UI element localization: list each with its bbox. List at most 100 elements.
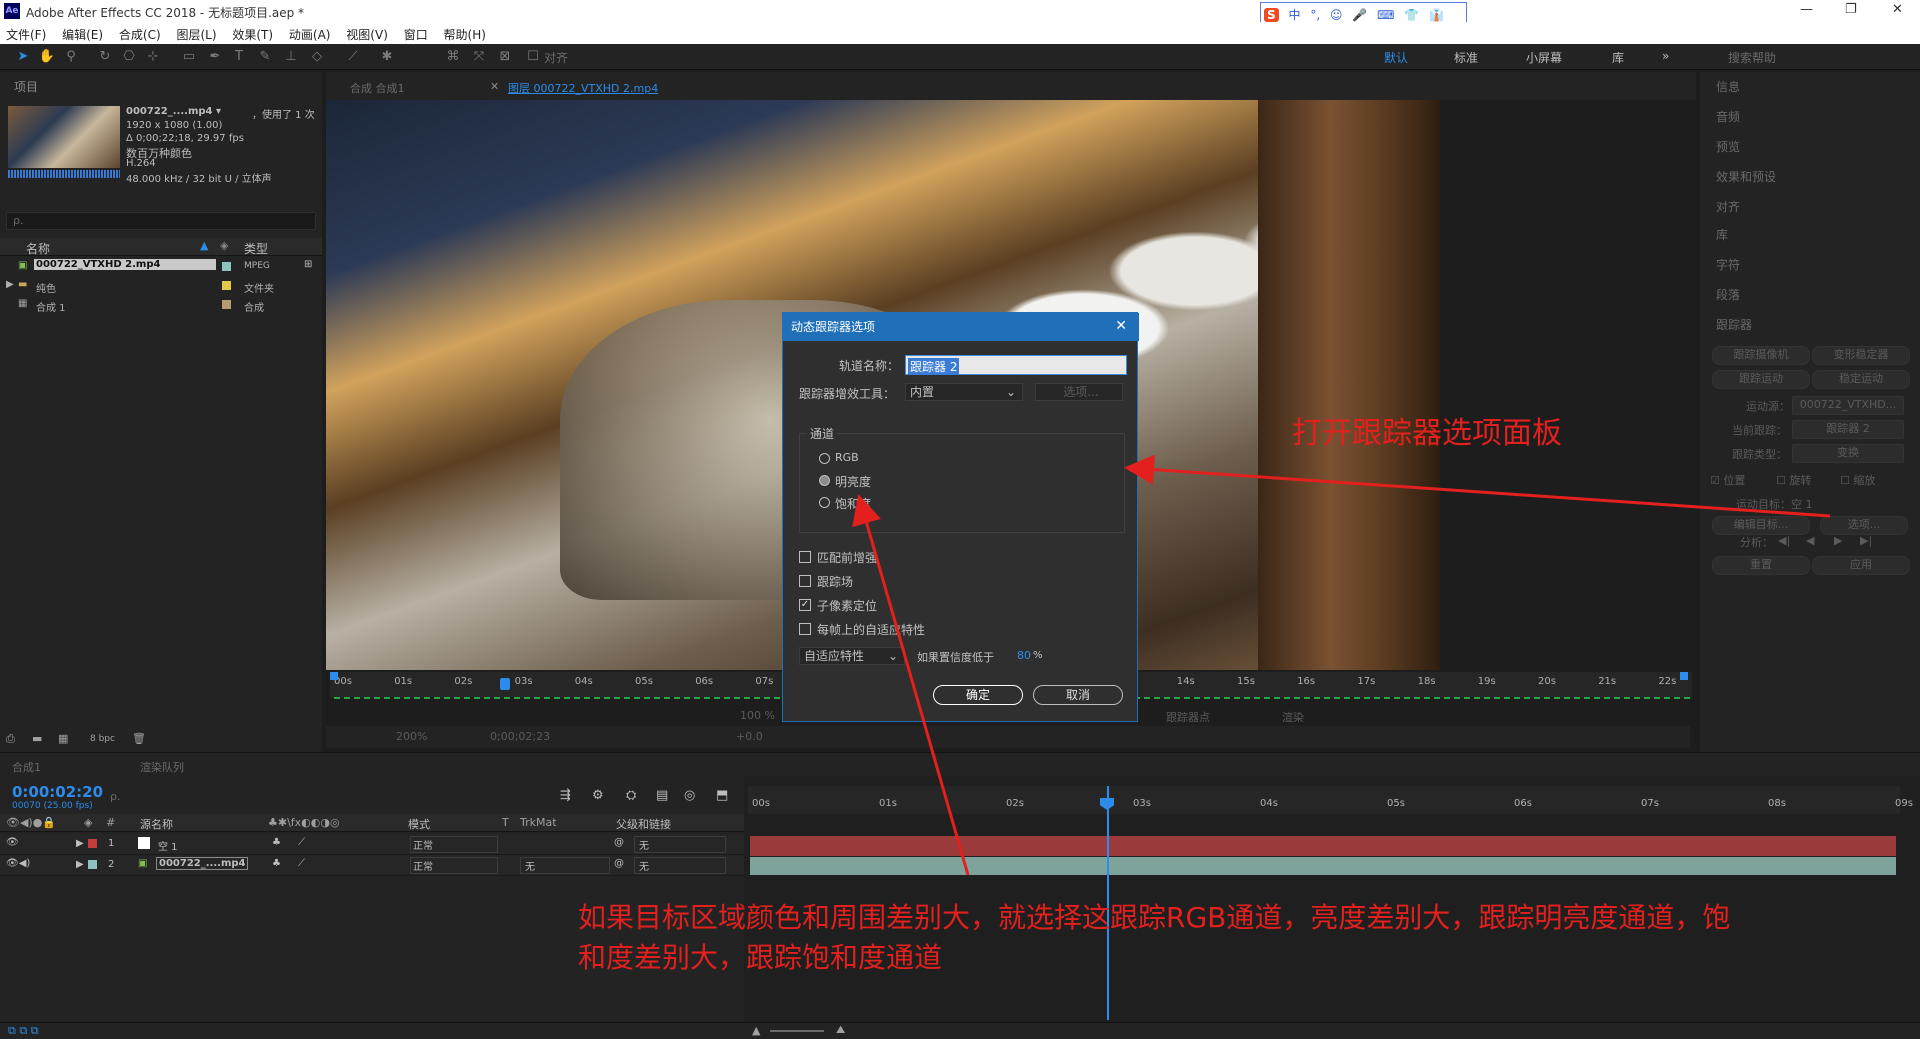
zoom-slider[interactable] (770, 1030, 824, 1032)
toggle-switches-icon[interactable]: ⧉ ⧉ ⧉ (8, 1024, 39, 1038)
type-column[interactable]: 类型 (244, 240, 268, 257)
ime-keyboard-icon[interactable]: ⌨ (1377, 8, 1394, 22)
ime-emoji-icon[interactable]: ☺ (1330, 8, 1343, 22)
tab-timeline-comp[interactable]: 合成1 (12, 759, 41, 775)
track-type-select[interactable]: 变换 (1792, 444, 1904, 463)
zoom-in-icon[interactable]: ⛰ (836, 1023, 845, 1037)
edit-target-button[interactable]: 编辑目标... (1712, 516, 1810, 535)
current-track-select[interactable]: 跟踪器 2 (1792, 420, 1904, 439)
pan-behind-tool-icon[interactable]: ⊹ (144, 48, 162, 66)
clone-stamp-tool-icon[interactable]: ⊥ (282, 48, 300, 66)
rotation-checkbox[interactable]: ☐ 旋转 (1776, 472, 1811, 488)
render-checkbox[interactable]: 渲染 (1282, 709, 1304, 725)
bit-depth[interactable]: 8 bpc (90, 734, 115, 744)
pickwhip-icon[interactable]: @ (614, 858, 624, 869)
ime-voice-icon[interactable]: 🎤 (1352, 8, 1367, 22)
layer-name[interactable]: 空 1 (158, 838, 178, 853)
workspace-standard[interactable]: 标准 (1454, 49, 1478, 66)
exposure-value[interactable]: +0.0 (736, 730, 763, 743)
quality-switch-icon[interactable]: ⟋ (298, 858, 305, 869)
workspace-small-screen[interactable]: 小屏幕 (1526, 49, 1562, 66)
viewer-playhead[interactable] (500, 678, 510, 690)
adapt-feature-select[interactable]: 自适应特性 ⌄ (799, 647, 905, 665)
check-enhance[interactable] (799, 551, 811, 563)
apply-button[interactable]: 应用 (1812, 556, 1910, 575)
tab-close-icon[interactable]: ✕ (490, 80, 499, 93)
timeline-timecode[interactable]: 0:00:02:20 (12, 783, 103, 801)
confidence-value[interactable]: 80 (1017, 649, 1031, 662)
label-tag-icon[interactable]: ◈ (220, 239, 228, 252)
ok-button[interactable]: 确定 (933, 685, 1023, 705)
rotate-tool-icon[interactable]: ↻ (96, 48, 114, 66)
label-swatch[interactable] (222, 262, 231, 271)
snap-checkbox-icon[interactable]: ☐ (524, 48, 542, 66)
track-name-input[interactable]: 跟踪器 2 (905, 355, 1127, 375)
camera-tool-icon[interactable]: ⎔ (120, 48, 138, 66)
analyze-forward-icon[interactable]: ▶ (1834, 534, 1842, 547)
out-point-marker[interactable] (1680, 672, 1688, 680)
radio-luminance-label[interactable]: 明亮度 (835, 473, 871, 490)
tracker-options-button[interactable]: 选项... (1820, 516, 1908, 535)
project-tab[interactable]: 项目 (14, 78, 38, 95)
view-axis-icon[interactable]: ⊠ (496, 48, 514, 66)
trkmat-select[interactable]: 无 (520, 857, 610, 874)
paragraph-panel-tab[interactable]: 段落 (1716, 286, 1740, 303)
eraser-tool-icon[interactable]: ◇ (308, 48, 326, 66)
dialog-close-button[interactable]: ✕ (1115, 318, 1127, 334)
menu-effect[interactable]: 效果(T) (232, 26, 273, 43)
tracker-plugin-select[interactable]: 内置 ⌄ (905, 383, 1023, 401)
layer-label-swatch[interactable] (88, 839, 97, 848)
visibility-icon[interactable]: 👁 (6, 837, 19, 848)
check-subpixel[interactable]: ✓ (799, 599, 811, 611)
menu-file[interactable]: 文件(F) (6, 26, 46, 43)
layer-name[interactable]: 000722_....mp4 (156, 857, 249, 870)
info-panel-tab[interactable]: 信息 (1716, 78, 1740, 95)
analyze-forward-all-icon[interactable]: ▶| (1860, 534, 1872, 547)
project-item-folder[interactable]: ▶ ▬ 纯色 文件夹 (0, 277, 322, 295)
radio-saturation[interactable] (819, 497, 830, 508)
current-time-display[interactable]: 0;00;02;23 (490, 730, 550, 743)
parent-select[interactable]: 无 (634, 836, 726, 853)
quality-switch-icon[interactable]: ⟋ (298, 837, 305, 848)
project-item-clip[interactable]: ▣ 000722_VTXHD 2.mp4 MPEG ⊞ (0, 258, 322, 276)
frame-blending-icon[interactable]: ▤ (656, 788, 668, 803)
visibility-icon[interactable]: 👁◀) (6, 858, 30, 869)
stabilize-motion-button[interactable]: 稳定运动 (1812, 370, 1910, 389)
magnification-select[interactable]: 200% (396, 730, 427, 743)
tab-layer[interactable]: 图层 000722_VTXHD 2.mp4 (508, 80, 658, 96)
layer-row-2[interactable]: 👁◀) ▶ 2 ▣ 000722_....mp4 ♣ ⟋ 正常 无 @ 无 (0, 855, 744, 876)
menu-edit[interactable]: 编辑(E) (62, 26, 103, 43)
puppet-tool-icon[interactable]: ✱ (378, 48, 396, 66)
graph-editor-icon[interactable]: ⬒ (716, 788, 728, 803)
motion-blur-icon[interactable]: ◎ (684, 788, 695, 803)
layer-bar-null[interactable] (750, 836, 1896, 856)
workspace-libraries[interactable]: 库 (1612, 49, 1624, 66)
check-enhance-label[interactable]: 匹配前增强 (817, 549, 877, 566)
project-search-input[interactable]: ρ. (6, 212, 316, 230)
view-select[interactable]: 跟踪器点 (1166, 709, 1210, 725)
blend-mode-select[interactable]: 正常 (410, 836, 498, 853)
timeline-ruler[interactable]: 00s 01s 02s 03s 04s 05s 06s 07s 08s 09s (748, 786, 1913, 814)
analyze-back-all-icon[interactable]: ◀| (1778, 534, 1790, 547)
blend-mode-select[interactable]: 正常 (410, 857, 498, 874)
analyze-back-icon[interactable]: ◀ (1806, 534, 1814, 547)
world-axis-icon[interactable]: ⤧ (470, 48, 488, 66)
tab-composition[interactable]: 合成 合成1 (350, 80, 405, 96)
menu-composition[interactable]: 合成(C) (119, 26, 161, 43)
check-subpixel-label[interactable]: 子像素定位 (817, 597, 877, 614)
ime-tools-icon[interactable]: 👔 (1429, 8, 1444, 22)
align-panel-tab[interactable]: 对齐 (1716, 198, 1740, 215)
check-adapt-every-frame-label[interactable]: 每帧上的自适应特性 (817, 621, 925, 638)
selection-tool-icon[interactable]: ➤ (14, 48, 32, 66)
motion-source-select[interactable]: 000722_VTXHD... (1792, 396, 1904, 415)
layer-row-1[interactable]: 👁 ▶ 1 空 1 ♣ ⟋ 正常 @ 无 (0, 834, 744, 855)
scale-checkbox[interactable]: ☐ 缩放 (1840, 472, 1875, 488)
radio-rgb[interactable] (819, 453, 830, 464)
search-help-input[interactable]: 搜索帮助 (1728, 49, 1776, 66)
minimize-button[interactable]: — (1800, 2, 1813, 17)
new-comp-icon[interactable]: ▦ (58, 732, 68, 745)
check-adapt-every-frame[interactable] (799, 623, 811, 635)
interpret-footage-icon[interactable]: ⎙ (6, 732, 15, 746)
cancel-button[interactable]: 取消 (1033, 685, 1123, 705)
workspace-more-icon[interactable]: » (1662, 49, 1669, 63)
